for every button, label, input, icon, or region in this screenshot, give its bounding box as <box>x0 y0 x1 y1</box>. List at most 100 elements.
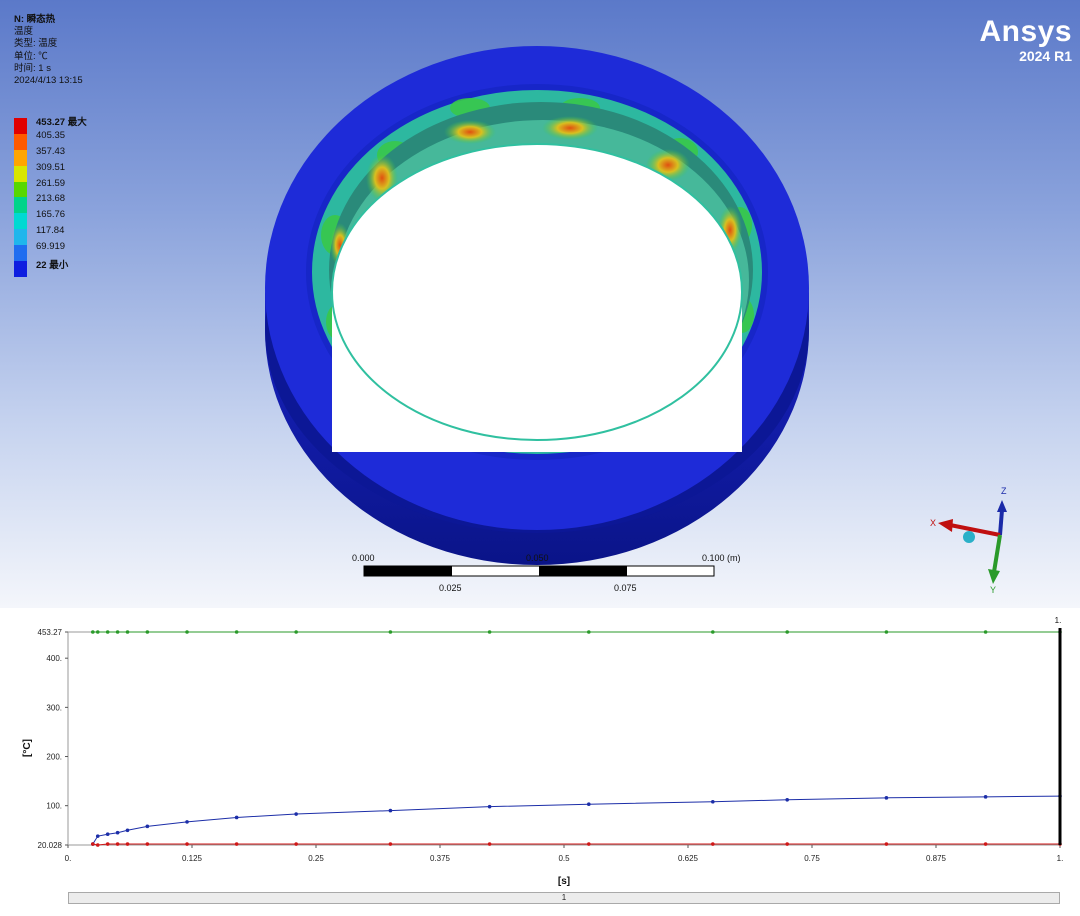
legend-swatch <box>14 229 27 246</box>
y-tick-label: 100. <box>46 802 62 811</box>
series-point <box>785 630 789 634</box>
series-point <box>294 812 298 816</box>
y-tick-label: 200. <box>46 753 62 762</box>
series-point <box>983 630 988 634</box>
scale-label-025: 0.025 <box>439 583 462 593</box>
scale-label-100: 0.100 (m) <box>702 553 741 563</box>
x-tick-label: 0.125 <box>182 854 203 863</box>
series-point <box>115 830 120 835</box>
result-type: 类型: 温度 <box>14 38 58 50</box>
series-point <box>711 630 715 634</box>
plot-frame <box>67 631 1061 846</box>
y-tick-label: 300. <box>46 703 62 712</box>
x-tick-label: 0. <box>65 854 72 863</box>
series-point <box>487 804 492 809</box>
scale-bar-graphic <box>363 565 715 577</box>
series-point <box>115 842 120 846</box>
triad-x-label: X <box>930 518 936 528</box>
bearing-ring-model[interactable] <box>0 0 1080 608</box>
triad-z-label: Z <box>1001 486 1007 496</box>
y-tick-label: 453.27 <box>38 628 63 637</box>
legend-swatch <box>14 149 27 166</box>
series-point <box>983 842 988 846</box>
triad-y-label: Y <box>990 585 996 595</box>
x-tick-label: 1. <box>1057 854 1064 863</box>
series-point <box>95 834 100 838</box>
series-point <box>185 630 189 634</box>
y-tick-label: 20.028 <box>38 841 63 850</box>
legend-swatch <box>14 245 27 262</box>
y-tick-label: 400. <box>46 654 62 663</box>
series-point <box>587 630 591 634</box>
series-point <box>95 630 100 634</box>
series-point <box>145 842 150 846</box>
series-point <box>388 808 393 813</box>
legend-value: 165.76 <box>36 209 66 221</box>
legend-swatch <box>14 118 27 134</box>
timeline-scrollbar[interactable]: 1 <box>68 892 1060 904</box>
legend-swatch <box>14 213 27 230</box>
series-point <box>294 842 298 846</box>
legend-swatch <box>14 197 27 214</box>
series-point <box>115 630 120 634</box>
series-point <box>785 797 789 802</box>
series-point <box>234 842 239 846</box>
temperature-time-chart[interactable]: 20.028 100. 200. 300. 400. 453.27 0. 0.125 0.25 0… <box>0 608 1080 888</box>
series-point <box>125 842 130 846</box>
scale-bar: 0.000 0.050 0.100 (m) 0.025 0.075 <box>330 550 760 600</box>
ansys-logo: Ansys 2024 R1 <box>979 15 1072 65</box>
x-tick-label: 0.5 <box>558 854 570 863</box>
scrollbar-label: 1 <box>561 893 567 902</box>
series-point <box>91 842 95 846</box>
series-point <box>388 842 393 846</box>
series-point <box>388 630 393 634</box>
legend-value: 261.59 <box>36 177 66 189</box>
series-point <box>145 824 150 829</box>
legend-swatch <box>14 181 27 198</box>
chart-xlabel: [s] <box>558 876 570 887</box>
result-date: 2024/4/13 13:15 <box>14 75 83 87</box>
series-point <box>185 842 189 846</box>
series-point <box>487 842 492 846</box>
legend-value: 22 最小 <box>36 260 69 272</box>
logo-brand: Ansys <box>979 15 1072 48</box>
series-point <box>785 842 789 846</box>
legend-value: 69.919 <box>36 241 66 253</box>
legend-swatch <box>14 165 27 182</box>
series-point <box>125 630 130 634</box>
coordinate-triad[interactable]: X Z Y <box>920 480 1030 600</box>
series-point <box>711 842 715 846</box>
series-point <box>125 828 130 833</box>
x-tick-label: 0.875 <box>926 854 947 863</box>
x-tick-label: 0.25 <box>308 854 324 863</box>
series-point <box>185 820 189 824</box>
x-tick-label: 0.625 <box>678 854 699 863</box>
legend-value: 405.35 <box>36 129 66 141</box>
time-marker-label: 1. <box>1055 616 1062 625</box>
series-point <box>105 630 110 634</box>
analysis-title: N: 瞬态热 <box>14 14 56 25</box>
x-tick-label: 0.375 <box>430 854 451 863</box>
graph-panel[interactable]: 20.028 100. 200. 300. 400. 453.27 0. 0.125 0.25 0… <box>0 608 1080 916</box>
series-point <box>884 630 889 634</box>
series-point <box>105 832 110 836</box>
series-point <box>95 843 100 847</box>
scale-label-0: 0.000 <box>352 553 375 563</box>
series-point <box>711 799 715 804</box>
legend-value: 309.51 <box>36 161 66 173</box>
series-point <box>983 795 988 799</box>
series-point <box>884 842 889 846</box>
x-tick-label: 0.75 <box>804 854 820 863</box>
series-point <box>587 802 591 807</box>
result-unit: 单位: ℃ <box>14 50 48 62</box>
legend-value: 357.43 <box>36 145 66 157</box>
series-point <box>234 815 239 820</box>
legend-swatch <box>14 133 27 150</box>
legend-value: 117.84 <box>36 225 65 237</box>
logo-version: 2024 R1 <box>1019 48 1072 64</box>
legend-value: 453.27 最大 <box>36 117 87 128</box>
result-info: N: 瞬态热 温度 类型: 温度 单位: ℃ 时间: 1 s 2024/4/13… <box>14 14 83 87</box>
graphics-viewport[interactable]: N: 瞬态热 温度 类型: 温度 单位: ℃ 时间: 1 s 2024/4/13… <box>0 0 1080 608</box>
series-point <box>145 630 150 634</box>
chart-ylabel: [°C] <box>22 739 33 757</box>
